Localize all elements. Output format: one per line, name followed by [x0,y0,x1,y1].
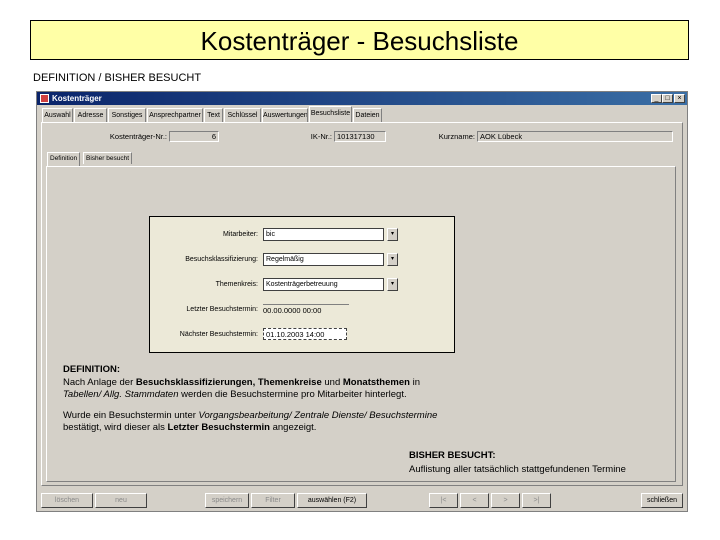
maximize-button[interactable]: □ [662,94,673,103]
slide-title: Kostenträger - Besuchsliste [30,20,689,60]
definition-form: Mitarbeiter: bic ▾ Besuchsklassifizierun… [149,216,455,353]
subtab-definition[interactable]: Definition [47,152,81,166]
tab-dateien[interactable]: Dateien [353,108,382,122]
ik-nr-label: IK-Nr.: [310,132,332,141]
close-window-button[interactable]: × [674,94,685,103]
tab-auswertungen[interactable]: Auswertungen [262,108,308,122]
close-button[interactable]: schließen [641,493,683,508]
bottom-toolbar: löschen neu speichern Filter auswählen (… [37,490,687,511]
first-record-button[interactable]: |< [429,493,458,508]
letzter-field: 00.00.0000 00:00 [263,304,349,317]
app-icon [40,94,49,103]
tab-schluessel[interactable]: Schlüssel [224,108,261,122]
naechster-label: Nächster Besuchstermin: [179,331,258,338]
subtab-bisher-besucht[interactable]: Bisher besucht [83,152,132,164]
letzter-label: Letzter Besuchstermin: [186,306,258,313]
previous-record-button[interactable]: < [460,493,489,508]
bisher-heading: BISHER BESUCHT: [409,450,496,461]
kostentraeger-nr-field[interactable]: 6 [169,131,219,142]
tab-sonstiges[interactable]: Sonstiges [108,108,146,122]
mitarbeiter-select[interactable]: bic [263,228,384,241]
delete-button[interactable]: löschen [41,493,93,508]
select-f2-button[interactable]: auswählen (F2) [297,493,367,508]
kurzname-label: Kurzname: [438,132,475,141]
save-button[interactable]: speichern [205,493,249,508]
themenkreis-label: Themenkreis: [215,281,258,288]
mitarbeiter-dropdown-icon[interactable]: ▾ [387,228,398,241]
minimize-button[interactable]: _ [651,94,662,103]
definition-paragraph-1: Nach Anlage der Besuchsklassifizierungen… [63,377,420,400]
klassifizierung-select[interactable]: Regelmäßig [263,253,384,266]
tab-besuchsliste[interactable]: Besuchsliste [309,106,352,123]
kostentraeger-nr-label: Kostenträger-Nr.: [109,132,167,141]
klassifizierung-label: Besuchsklassifizierung: [185,256,258,263]
themenkreis-dropdown-icon[interactable]: ▾ [387,278,398,291]
klassifizierung-dropdown-icon[interactable]: ▾ [387,253,398,266]
tab-auswahl[interactable]: Auswahl [42,108,73,122]
window-titlebar: Kostenträger _ □ × [37,92,687,105]
definition-heading: DEFINITION: [63,364,120,375]
last-record-button[interactable]: >| [522,493,551,508]
slide-caption: DEFINITION / BISHER BESUCHT [33,72,202,84]
tab-adresse[interactable]: Adresse [74,108,107,122]
filter-button[interactable]: Filter [251,493,295,508]
bisher-body: Auflistung aller tatsächlich stattgefund… [409,464,626,475]
naechster-field[interactable]: 01.10.2003 14:00 [263,328,347,340]
new-button[interactable]: neu [95,493,147,508]
themenkreis-select[interactable]: Kostenträgerbetreuung [263,278,384,291]
tab-text[interactable]: Text [204,108,223,122]
mitarbeiter-label: Mitarbeiter: [222,231,258,238]
tab-ansprechpartner[interactable]: Ansprechpartner [147,108,203,122]
definition-paragraph-2: Wurde ein Besuchstermin unter Vorgangsbe… [63,410,438,433]
window-title: Kostenträger [52,94,102,103]
next-record-button[interactable]: > [491,493,520,508]
ik-nr-field[interactable]: 101317130 [334,131,386,142]
app-window: Kostenträger _ □ × Auswahl Adresse Sonst… [36,91,688,512]
kurzname-field[interactable]: AOK Lübeck [477,131,673,142]
